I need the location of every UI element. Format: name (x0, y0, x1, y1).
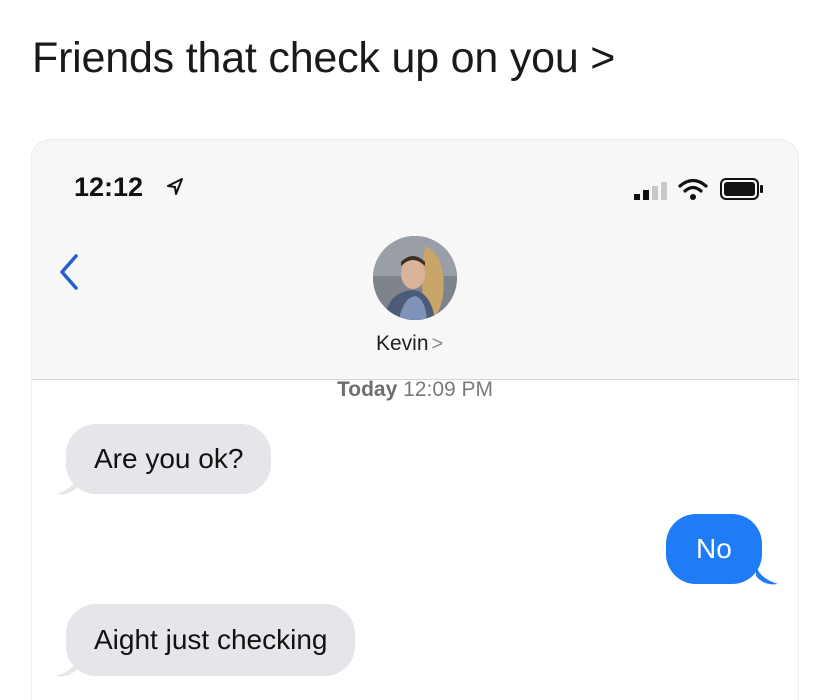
meme-caption: Friends that check up on you > (32, 34, 616, 82)
status-time: 12:12 (74, 172, 144, 202)
contact-name-text: Kevin (376, 332, 429, 355)
conversation-header: 12:12 Kevin > (32, 140, 798, 380)
message-text: No (696, 533, 732, 564)
message-text: Are you ok? (94, 443, 244, 474)
signal-icon (634, 182, 667, 200)
sent-message-bubble[interactable]: No (666, 514, 762, 584)
timestamp-day: Today (336, 378, 398, 401)
chevron-left-icon[interactable] (56, 252, 82, 292)
wifi-icon (678, 178, 708, 200)
message-timestamp: Today 12:09 PM (32, 378, 798, 402)
phone-screenshot: 12:12 Kevin > Today 12:09 PM Are you ok?… (32, 140, 798, 700)
contact-name[interactable]: Kevin > (376, 332, 443, 358)
bubble-tail (756, 564, 778, 585)
timestamp-time: 12:09 PM (403, 378, 494, 401)
location-arrow-icon (167, 178, 183, 195)
battery-icon (720, 178, 763, 200)
avatar[interactable] (373, 236, 457, 320)
avatar-photo (373, 236, 457, 320)
message-text: Aight just checking (94, 624, 328, 655)
contact-chevron: > (431, 333, 444, 355)
bubble-tail (56, 656, 78, 677)
bubble-tail (56, 474, 78, 495)
received-message-bubble[interactable]: Are you ok? (66, 424, 272, 494)
received-message-bubble[interactable]: Aight just checking (66, 604, 356, 676)
